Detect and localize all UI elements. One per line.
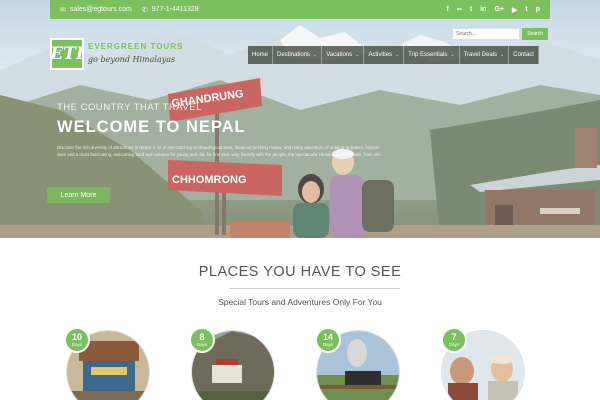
duration-unit: Days <box>448 341 460 347</box>
search-form: Search <box>452 28 550 40</box>
duration-badge: 14 Days <box>315 327 341 353</box>
nav-label: Home <box>252 52 269 58</box>
section-subtitle: Special Tours and Adventures Only For Yo… <box>218 297 382 307</box>
tripadvisor-icon[interactable]: ∞ <box>457 6 462 14</box>
email-text: sales@egtours.com <box>69 6 132 13</box>
chevron-down-icon: ⌄ <box>395 52 400 58</box>
nav-label: Activities <box>368 52 393 58</box>
search-button[interactable]: Search <box>522 28 548 40</box>
search-input[interactable] <box>452 28 520 40</box>
nav-label: Contact <box>513 52 534 58</box>
tumblr-icon[interactable]: t <box>525 6 527 14</box>
duration-badge: 10 Days <box>64 327 90 353</box>
duration-days: 10 <box>71 331 82 342</box>
nav-item-contact[interactable]: Contact <box>509 46 539 64</box>
chevron-down-icon: ⌄ <box>500 52 505 58</box>
chevron-down-icon: ⌄ <box>313 52 318 58</box>
learn-more-button[interactable]: Learn More <box>47 187 110 203</box>
hero-title: WELCOME TO NEPAL <box>57 118 246 136</box>
duration-days: 14 <box>322 331 333 342</box>
logo-brand: EVERGREEN TOURS <box>88 42 184 51</box>
google-plus-icon[interactable]: G+ <box>494 6 504 14</box>
phone-link[interactable]: ✆ 977-1-4411328 <box>142 6 199 14</box>
duration-badge: 7 Days <box>441 327 467 353</box>
section-title: PLACES YOU HAVE TO SEE <box>198 264 402 280</box>
chevron-down-icon: ⌄ <box>355 52 360 58</box>
nav-label: Destinations <box>277 52 311 58</box>
phone-icon: ✆ <box>141 6 148 14</box>
duration-unit: Days <box>71 341 83 347</box>
logo-mark: ETI <box>50 38 84 70</box>
main-nav: Home Destinations ⌄ Vacations ⌄ Activities… <box>248 46 539 64</box>
pinterest-icon[interactable]: p <box>536 6 540 14</box>
youtube-icon[interactable]: ▶ <box>512 6 517 14</box>
facebook-icon[interactable]: f <box>447 6 449 14</box>
page: GHANDRUNG CHHOMRONG ✉ sales@egtours.com … <box>0 0 600 400</box>
duration-unit: Days <box>196 341 208 347</box>
hero-banner: GHANDRUNG CHHOMRONG ✉ sales@egtours.com … <box>0 0 600 238</box>
hero-kicker: THE COUNTRY THAT TRAVEL <box>57 102 202 113</box>
site-logo[interactable]: ETI EVERGREEN TOURS go beyond Himalayas <box>50 38 190 72</box>
nav-item-destinations[interactable]: Destinations ⌄ <box>273 46 323 64</box>
email-link[interactable]: ✉ sales@egtours.com <box>60 6 132 14</box>
nav-label: Vacations <box>326 52 353 58</box>
twitter-icon[interactable]: t <box>470 6 472 14</box>
duration-unit: Days <box>322 341 334 347</box>
top-bar: ✉ sales@egtours.com ✆ 977-1-4411328 f ∞ … <box>50 0 550 19</box>
linkedin-icon[interactable]: in <box>480 6 486 14</box>
nav-label: Trip Essentials <box>408 52 448 58</box>
chevron-down-icon: ⌄ <box>450 52 455 58</box>
logo-tagline: go beyond Himalayas <box>88 55 176 64</box>
envelope-icon: ✉ <box>60 6 66 14</box>
hero-description: Discover the rich diversity of attractio… <box>57 145 382 157</box>
duration-days: 7 <box>451 331 457 342</box>
nav-item-trip-essentials[interactable]: Trip Essentials ⌄ <box>404 46 460 64</box>
nav-item-travel-deals[interactable]: Travel Deals ⌄ <box>459 46 510 64</box>
hero-text: THE COUNTRY THAT TRAVEL WELCOME TO NEPAL… <box>57 102 382 158</box>
phone-text: 977-1-4411328 <box>151 6 199 13</box>
duration-days: 8 <box>199 331 205 342</box>
nav-item-vacations[interactable]: Vacations ⌄ <box>322 46 365 64</box>
nav-label: Travel Deals <box>463 52 498 58</box>
social-links: f ∞ t in G+ ▶ t p <box>447 6 540 14</box>
section-divider <box>229 288 400 289</box>
duration-badge: 8 Days <box>189 327 215 353</box>
nav-item-home[interactable]: Home <box>248 46 274 64</box>
nav-item-activities[interactable]: Activities ⌄ <box>364 46 405 64</box>
